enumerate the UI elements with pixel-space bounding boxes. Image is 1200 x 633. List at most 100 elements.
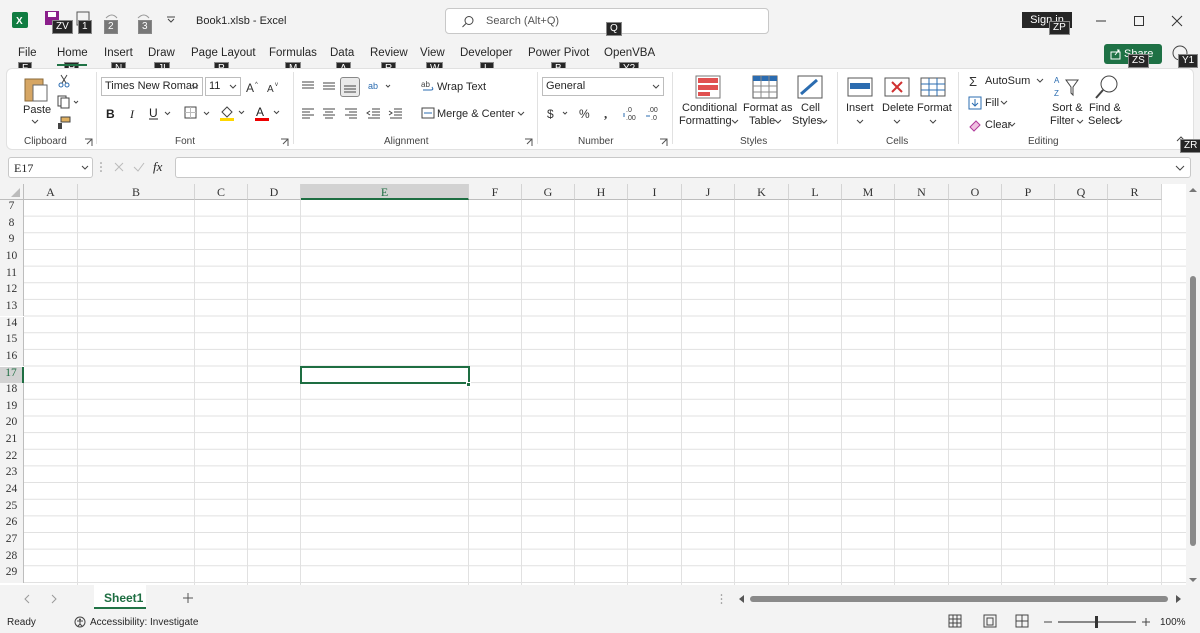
tab-draw[interactable]: Draw [148, 47, 175, 59]
align-bottom-button[interactable] [340, 77, 360, 97]
normal-view-button[interactable] [948, 614, 964, 630]
row-header-25[interactable]: 25 [0, 499, 24, 517]
row-header-23[interactable]: 23 [0, 466, 24, 483]
column-header-o[interactable]: O [949, 184, 1002, 200]
paste-button[interactable]: Paste [18, 73, 54, 129]
italic-button[interactable]: I [128, 106, 140, 120]
column-header-j[interactable]: J [682, 184, 735, 200]
row-header-14[interactable]: 14 [0, 316, 24, 334]
select-all-corner[interactable] [0, 184, 24, 200]
column-header-h[interactable]: H [575, 184, 628, 200]
row-header-11[interactable]: 11 [0, 266, 24, 284]
insert-cells-button[interactable]: Insert [843, 74, 877, 130]
formula-input[interactable] [175, 157, 1191, 178]
alignment-launcher[interactable] [524, 138, 533, 147]
increase-indent-button[interactable] [388, 106, 404, 120]
cut-button[interactable] [57, 74, 73, 90]
decrease-font-button[interactable]: Av [267, 80, 281, 94]
font-launcher[interactable] [280, 138, 289, 147]
column-header-c[interactable]: C [195, 184, 248, 200]
customize-qat-button[interactable] [165, 14, 187, 36]
align-left-button[interactable] [300, 106, 316, 120]
horizontal-scrollbar[interactable] [738, 593, 1184, 605]
tab-formulas[interactable]: Formulas [269, 47, 317, 59]
tab-file[interactable]: File [18, 47, 37, 59]
decrease-decimal-button[interactable]: .00.0 [645, 104, 661, 122]
font-color-button[interactable]: A [254, 104, 282, 122]
column-header-a[interactable]: A [24, 184, 78, 200]
minimize-button[interactable] [1088, 8, 1114, 34]
row-header-16[interactable]: 16 [0, 349, 24, 367]
copy-button[interactable] [57, 95, 83, 111]
insert-function-button[interactable]: fx [153, 159, 169, 175]
row-header-7[interactable]: 7 [0, 200, 24, 217]
fill-color-button[interactable] [219, 104, 247, 122]
tab-data[interactable]: Data [330, 47, 354, 59]
column-header-r[interactable]: R [1108, 184, 1162, 200]
zoom-slider-thumb[interactable] [1095, 616, 1098, 628]
tab-power-pivot[interactable]: Power Pivot [528, 47, 589, 59]
cell-styles-button[interactable]: Cell Styles [791, 74, 829, 130]
tab-openvba[interactable]: OpenVBA [604, 47, 655, 59]
row-header-9[interactable]: 9 [0, 233, 24, 250]
vertical-scroll-thumb[interactable] [1190, 276, 1196, 546]
number-launcher[interactable] [659, 138, 668, 147]
tab-review[interactable]: Review [370, 47, 408, 59]
tab-home[interactable]: Home [57, 47, 88, 59]
clipboard-launcher[interactable] [84, 138, 93, 147]
format-painter-button[interactable] [57, 116, 73, 132]
column-header-b[interactable]: B [78, 184, 195, 200]
increase-decimal-button[interactable]: .0.00 [623, 104, 639, 122]
row-header-18[interactable]: 18 [0, 383, 24, 400]
align-top-button[interactable] [300, 79, 316, 93]
tab-page-layout[interactable]: Page Layout [191, 47, 256, 59]
number-format-select[interactable]: General [542, 77, 664, 96]
format-as-table-button[interactable]: Format as Table [742, 74, 793, 130]
font-name-select[interactable]: Times New Roman [101, 77, 203, 96]
format-cells-button[interactable]: Format [915, 74, 952, 130]
column-header-i[interactable]: I [628, 184, 682, 200]
bold-button[interactable]: B [105, 106, 117, 120]
column-header-f[interactable]: F [469, 184, 522, 200]
row-header-19[interactable]: 19 [0, 399, 24, 417]
comma-style-button[interactable]: , [602, 106, 614, 120]
orientation-button[interactable]: ab [367, 79, 393, 93]
sheet-tab[interactable]: Sheet1 [94, 585, 146, 609]
formula-bar-grip[interactable] [100, 161, 102, 173]
column-header-d[interactable]: D [248, 184, 301, 200]
align-center-button[interactable] [321, 106, 337, 120]
row-header-13[interactable]: 13 [0, 299, 24, 317]
row-header-28[interactable]: 28 [0, 549, 24, 567]
currency-button[interactable]: $ [546, 106, 572, 120]
column-header-e[interactable]: E [301, 184, 469, 200]
maximize-button[interactable] [1126, 8, 1152, 34]
tab-view[interactable]: View [420, 47, 445, 59]
accessibility-button[interactable]: Accessibility: Investigate [74, 615, 204, 630]
row-header-12[interactable]: 12 [0, 283, 24, 300]
next-sheet-button[interactable] [49, 594, 59, 604]
conditional-formatting-button[interactable]: Conditional Formatting [677, 74, 739, 130]
borders-button[interactable] [184, 106, 212, 120]
close-button[interactable] [1164, 8, 1190, 34]
font-size-select[interactable]: 11 [205, 77, 241, 96]
row-header-15[interactable]: 15 [0, 333, 24, 350]
page-break-view-button[interactable] [1015, 614, 1031, 630]
decrease-indent-button[interactable] [366, 106, 382, 120]
row-header-26[interactable]: 26 [0, 516, 24, 533]
page-layout-view-button[interactable] [983, 614, 999, 630]
row-header-20[interactable]: 20 [0, 416, 24, 434]
align-middle-button[interactable] [321, 79, 337, 93]
row-header-21[interactable]: 21 [0, 433, 24, 450]
name-box[interactable]: E17 [8, 157, 93, 178]
row-header-27[interactable]: 27 [0, 533, 24, 550]
column-header-n[interactable]: N [895, 184, 949, 200]
delete-cells-button[interactable]: Delete [879, 74, 915, 130]
column-header-q[interactable]: Q [1055, 184, 1108, 200]
zoom-slider[interactable] [1058, 616, 1136, 628]
percent-button[interactable]: % [579, 106, 593, 120]
active-cell[interactable] [300, 366, 470, 384]
worksheet-grid[interactable]: ABCDEFGHIJKLMNOPQR 7 8 9 10 11 12 13 14 15 16 17 18… [0, 184, 1186, 585]
merge-center-button[interactable]: Merge & Center [421, 106, 527, 122]
autosum-button[interactable]: Σ AutoSum [968, 73, 1046, 89]
zoom-level[interactable]: 100% [1160, 617, 1186, 628]
